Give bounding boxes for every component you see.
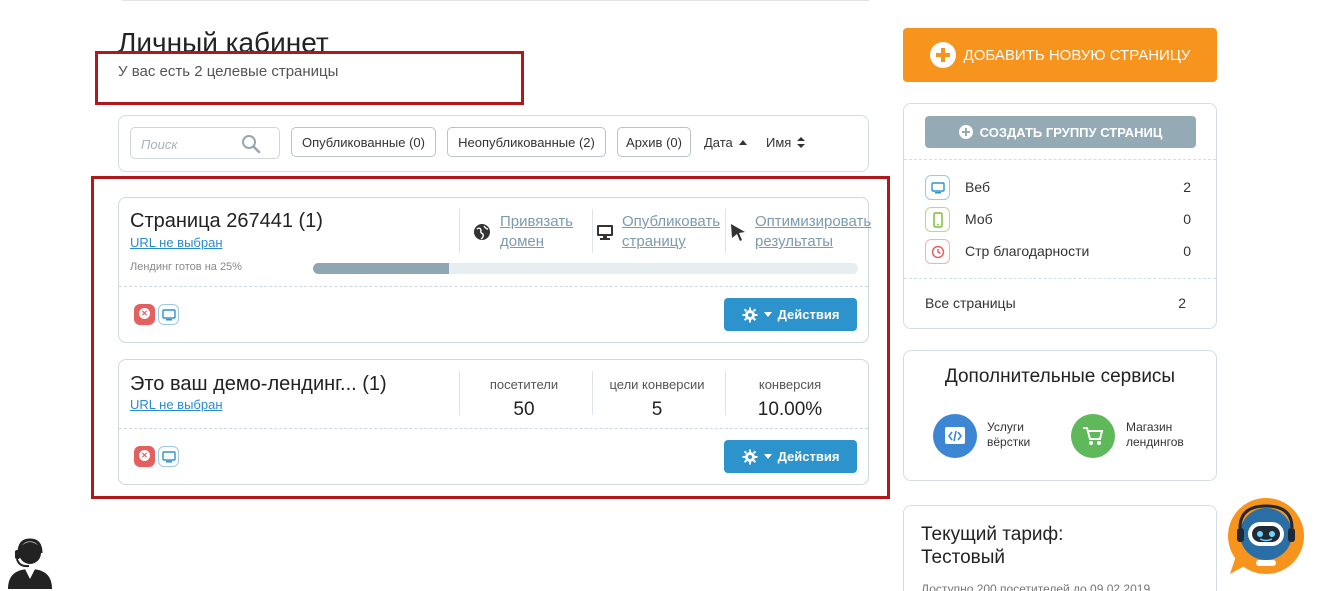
filter-archive-button[interactable]: Архив (0)	[617, 127, 691, 157]
create-group-label: СОЗДАТЬ ГРУППУ СТРАНИЦ	[979, 124, 1163, 140]
services-title: Дополнительные сервисы	[944, 366, 1176, 387]
service-layout-line1: Услуги	[987, 420, 1024, 434]
tariff-title-line1: Текущий тариф:	[921, 524, 1064, 545]
code-service-icon[interactable]	[933, 414, 977, 458]
service-shop-link[interactable]: Магазин лендингов	[1126, 420, 1184, 450]
tariff-title: Текущий тариф: Тестовый	[921, 523, 1063, 569]
sort-caret-icon	[797, 137, 806, 148]
plus-circle-icon	[929, 42, 956, 68]
sort-name[interactable]: Имя	[766, 135, 806, 150]
panel-divider	[904, 278, 1216, 279]
web-type-icon[interactable]	[925, 175, 950, 200]
search-icon[interactable]	[241, 134, 261, 154]
support-operator-icon[interactable]	[5, 535, 55, 589]
service-shop-line1: Магазин	[1126, 420, 1173, 434]
search-box[interactable]	[130, 127, 280, 159]
all-pages-label[interactable]: Все страницы	[925, 295, 1016, 311]
clock-icon	[931, 245, 945, 259]
monitor-icon	[931, 182, 945, 194]
code-icon	[945, 427, 965, 444]
type-count-thankyou: 0	[1183, 243, 1191, 259]
sort-date-label: Дата	[704, 135, 733, 150]
top-divider	[122, 0, 869, 1]
create-group-button[interactable]: СОЗДАТЬ ГРУППУ СТРАНИЦ	[925, 116, 1196, 148]
type-label-thankyou[interactable]: Стр благодарности	[965, 243, 1089, 259]
service-layout-line2: вёрстки	[987, 435, 1031, 449]
type-count-web: 2	[1183, 179, 1191, 195]
sort-name-label: Имя	[766, 135, 792, 150]
caret-up-icon	[738, 140, 747, 145]
cart-icon	[1083, 427, 1104, 445]
filter-unpublished-button[interactable]: Неопубликованные (2)	[447, 127, 606, 157]
highlight-frame-pages	[91, 176, 890, 499]
type-label-web[interactable]: Веб	[965, 179, 990, 195]
mobile-type-icon[interactable]	[925, 207, 950, 232]
sort-date[interactable]: Дата	[704, 135, 747, 150]
phone-icon	[933, 212, 943, 228]
type-count-mobile: 0	[1183, 211, 1191, 227]
tariff-title-line2: Тестовый	[921, 547, 1006, 568]
all-pages-count: 2	[1178, 295, 1186, 311]
service-layout-link[interactable]: Услуги вёрстки	[987, 420, 1030, 450]
add-new-page-button[interactable]: ДОБАВИТЬ НОВУЮ СТРАНИЦУ	[903, 28, 1217, 82]
service-shop-line2: лендингов	[1126, 435, 1184, 449]
type-label-mobile[interactable]: Моб	[965, 211, 993, 227]
shop-service-icon[interactable]	[1071, 414, 1115, 458]
panel-divider	[904, 159, 1216, 160]
thankyou-type-icon[interactable]	[925, 239, 950, 264]
highlight-frame-subtitle	[95, 51, 524, 105]
add-new-page-label: ДОБАВИТЬ НОВУЮ СТРАНИЦУ	[963, 46, 1191, 64]
tariff-note: Доступно 200 посетителей до 09.02.2019	[921, 582, 1151, 591]
chat-bot-icon[interactable]	[1226, 494, 1306, 576]
filter-published-button[interactable]: Опубликованные (0)	[291, 127, 436, 157]
search-input[interactable]	[141, 134, 241, 154]
plus-circle-icon	[958, 125, 973, 139]
